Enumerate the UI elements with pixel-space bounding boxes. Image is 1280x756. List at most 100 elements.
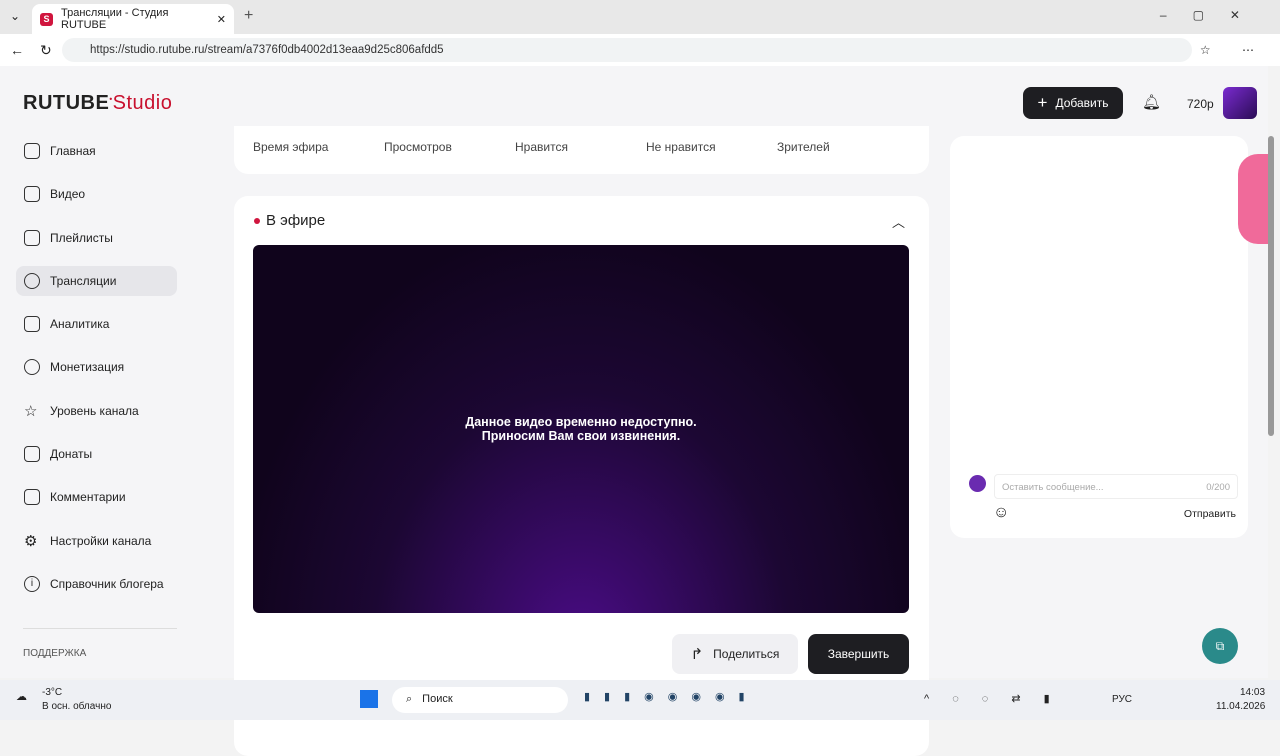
sidebar-item-label: Справочник блогера [50, 576, 164, 591]
rutube-studio-logo[interactable]: RUTUBE•Studio [23, 92, 172, 115]
info-icon: i [24, 575, 40, 592]
url-input[interactable]: https://studio.rutube.ru/stream/a7376f0d… [62, 38, 1192, 62]
home-icon [24, 143, 40, 159]
sidebar-item-comments[interactable]: Комментарии [16, 482, 177, 512]
sidebar-item-analytics[interactable]: Аналитика [16, 309, 177, 339]
finish-button[interactable]: Завершить [808, 634, 909, 674]
add-button[interactable]: + Добавить [1023, 87, 1123, 119]
live-title: В эфире [254, 212, 325, 229]
sidebar-item-label: Монетизация [50, 360, 125, 375]
gear-icon: ⚙ [24, 532, 38, 550]
stat-label: Не нравится [646, 140, 716, 154]
unavailable-message: Данное видео временно недоступно. [465, 415, 697, 429]
stat-label: Нравится [515, 140, 568, 154]
divider [23, 628, 177, 629]
sidebar-item-label: Плейлисты [50, 230, 113, 245]
close-tab-icon[interactable]: ✕ [217, 13, 226, 26]
chat-panel: Оставить сообщение... 0/200 ☺ Отправить [950, 136, 1248, 538]
quality-label[interactable]: 720p [1187, 97, 1214, 111]
sidebar-item-video[interactable]: Видео [16, 179, 177, 209]
windows-taskbar: ☁ -3°C В осн. облачно ⌕ Поиск ▮▮▮◉◉◉◉▮ ^ … [0, 680, 1280, 720]
bell-icon[interactable]: 🔔︎ [1142, 93, 1161, 111]
live-dot-icon [254, 217, 260, 224]
address-bar: ← ↻ https://studio.rutube.ru/stream/a737… [0, 34, 1280, 66]
add-label: Добавить [1055, 96, 1109, 110]
share-icon: ↱ [690, 646, 704, 663]
sidebar-item-label: Комментарии [50, 490, 126, 505]
search-label: Поиск [422, 693, 453, 705]
browser-tabbar: ⌄ S Трансляции - Студия RUTUBE ✕ + –▢✕ [0, 0, 1280, 34]
playlist-icon [24, 229, 40, 246]
chat-placeholder: Оставить сообщение... [1002, 482, 1104, 493]
donate-icon [24, 446, 40, 463]
apology-message: Приносим Вам свои извинения. [481, 429, 681, 443]
tab-title: Трансляции - Студия RUTUBE [61, 7, 169, 31]
studio-page: RUTUBE•Studio + Добавить 🔔︎ 720p Главная … [0, 66, 1274, 756]
search-icon: ⌕ [406, 693, 413, 705]
window-controls[interactable]: –▢✕ [1160, 8, 1266, 22]
back-icon[interactable]: ← [10, 42, 24, 58]
new-tab-icon[interactable]: + [244, 7, 253, 25]
weather-temp: -3°C [42, 687, 63, 698]
video-icon [24, 186, 40, 203]
clock-date: 11.04.2026 [1216, 701, 1266, 712]
analytics-icon [24, 316, 40, 333]
sidebar-item-home[interactable]: Главная [16, 136, 177, 166]
reload-icon[interactable]: ↻ [40, 42, 52, 59]
sidebar-item-settings[interactable]: ⚙ Настройки канала [16, 526, 177, 556]
collapse-chevron-icon[interactable]: ︿ [892, 212, 905, 231]
logo-brand: RUTUBE [23, 92, 110, 114]
logo-product: Studio [112, 92, 173, 114]
weather-icon: ☁ [16, 691, 27, 703]
video-player[interactable]: Данное видео временно недоступно. Принос… [253, 245, 909, 613]
tray-icons[interactable]: ^ ◌ ◌ ⇄ ▮ [924, 692, 1060, 705]
browser-tab[interactable]: S Трансляции - Студия RUTUBE ✕ [32, 4, 234, 34]
star-icon: ☆ [24, 402, 38, 420]
sidebar-item-label: Донаты [50, 447, 93, 462]
sidebar-item-playlists[interactable]: Плейлисты [16, 223, 177, 253]
send-button[interactable]: Отправить [1184, 508, 1236, 520]
finish-label: Завершить [827, 647, 890, 661]
support-heading: ПОДДЕРЖКА [23, 648, 87, 659]
stream-stats: Время эфира Просмотров Нравится Не нрави… [234, 126, 929, 174]
weather-text: В осн. облачно [42, 701, 112, 712]
sidebar-item-streams[interactable]: Трансляции [16, 265, 177, 296]
sidebar-item-label: Трансляции [50, 273, 117, 288]
comment-icon [24, 489, 40, 506]
rutube-favicon: S [40, 12, 53, 26]
sidebar-item-label: Главная [50, 144, 96, 158]
start-icon[interactable] [360, 690, 378, 708]
clock-time: 14:03 [1240, 687, 1266, 698]
stat-label: Зрителей [777, 140, 830, 154]
chat-avatar [969, 475, 986, 492]
tab-list-chevron-icon[interactable]: ⌄ [10, 9, 20, 23]
share-label: Поделиться [713, 647, 780, 661]
taskbar-search[interactable]: ⌕ Поиск [392, 687, 568, 713]
sidebar-item-label: Уровень канала [50, 403, 139, 418]
sidebar-item-donations[interactable]: Донаты [16, 439, 177, 469]
live-title-text: В эфире [266, 212, 326, 229]
sidebar-item-label: Настройки канала [50, 533, 152, 548]
broadcast-icon [24, 272, 40, 289]
language-indicator[interactable]: РУС [1112, 694, 1132, 705]
sidebar-nav: Главная Видео Плейлисты Трансляции Анали… [16, 136, 177, 612]
plus-icon: + [1037, 93, 1048, 112]
live-section: В эфире ︿ Данное видео временно недоступ… [234, 196, 929, 756]
char-counter: 0/200 [1206, 482, 1230, 493]
sidebar-item-channel-level[interactable]: ☆ Уровень канала [16, 396, 177, 426]
sidebar-item-help[interactable]: i Справочник блогера [16, 569, 177, 599]
sidebar-item-label: Аналитика [50, 317, 110, 332]
sidebar-item-label: Видео [50, 187, 86, 202]
share-button[interactable]: ↱ Поделиться [672, 634, 798, 674]
avatar[interactable] [1223, 87, 1257, 119]
mascot-sticker [1238, 154, 1270, 244]
sidebar-item-monetization[interactable]: Монетизация [16, 352, 177, 382]
coin-icon [24, 359, 40, 376]
chat-message-input[interactable]: Оставить сообщение... 0/200 [994, 474, 1238, 499]
browser-actions[interactable]: ☆ ⋯ [1200, 43, 1268, 57]
taskbar-app-icons[interactable]: ▮▮▮◉◉◉◉▮ [584, 690, 759, 703]
url-text: https://studio.rutube.ru/stream/a7376f0d… [90, 44, 444, 56]
scrollbar[interactable] [1268, 136, 1274, 436]
support-chat-button[interactable]: ⧉ [1202, 628, 1238, 664]
emoji-icon[interactable]: ☺ [993, 504, 1009, 522]
